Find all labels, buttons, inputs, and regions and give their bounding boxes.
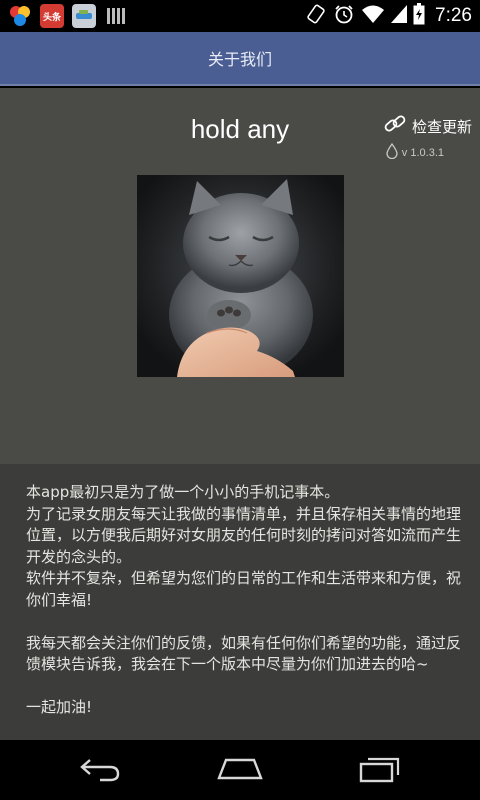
app-illustration: [137, 175, 344, 377]
signal-icon: [391, 4, 408, 28]
check-update-label: 检查更新: [411, 117, 472, 136]
alarm-icon: [333, 3, 355, 29]
barcode-icon: [104, 4, 128, 28]
description-paragraph: 我每天都会关注你们的反馈，如果有任何你们希望的功能，通过反馈模块告诉我，我会在下…: [26, 633, 462, 674]
clock: 7:26: [435, 5, 472, 26]
version-label: v 1.0.3.1: [401, 146, 444, 159]
navigation-bar: [0, 740, 480, 800]
home-button[interactable]: [212, 755, 268, 787]
system-icons: 7:26: [305, 3, 472, 29]
toutiao-icon: 头条: [40, 4, 64, 28]
check-update-button[interactable]: 检查更新: [383, 112, 472, 140]
color-dots-icon: [8, 4, 32, 28]
description-paragraph: 一起加油!: [26, 698, 93, 716]
page-title: 关于我们: [207, 50, 272, 69]
description-panel: 本app最初只是为了做一个小小的手机记事本。 为了记录女朋友每天让我做的事情清单…: [0, 464, 480, 740]
recents-button[interactable]: [352, 755, 408, 787]
wifi-icon: [361, 4, 385, 28]
back-button[interactable]: [72, 755, 128, 787]
status-bar: 头条 7:26: [0, 0, 480, 32]
drop-icon: [386, 142, 398, 162]
about-panel: hold any 检查更新 v 1.0.3.1: [0, 88, 480, 464]
description-paragraph: 为了记录女朋友每天让我做的事情清单，并且保存相关事情的地理位置，以方便我后期好对…: [26, 504, 462, 566]
header-bar: 关于我们: [0, 32, 480, 86]
notification-icons: 头条: [8, 4, 128, 28]
recents-icon: [358, 755, 402, 787]
link-icon: [383, 112, 407, 140]
battery-icon: [413, 3, 425, 29]
description-paragraph: 本app最初只是为了做一个小小的手机记事本。: [26, 483, 340, 501]
version-info: v 1.0.3.1: [386, 142, 444, 162]
app-icon: [72, 4, 96, 28]
back-icon: [78, 756, 122, 786]
home-icon: [216, 757, 264, 785]
description-paragraph: 软件并不复杂，但希望为您们的日常的工作和生活带来和方便，祝你们幸福!: [26, 569, 462, 609]
rotate-icon: [305, 3, 327, 29]
